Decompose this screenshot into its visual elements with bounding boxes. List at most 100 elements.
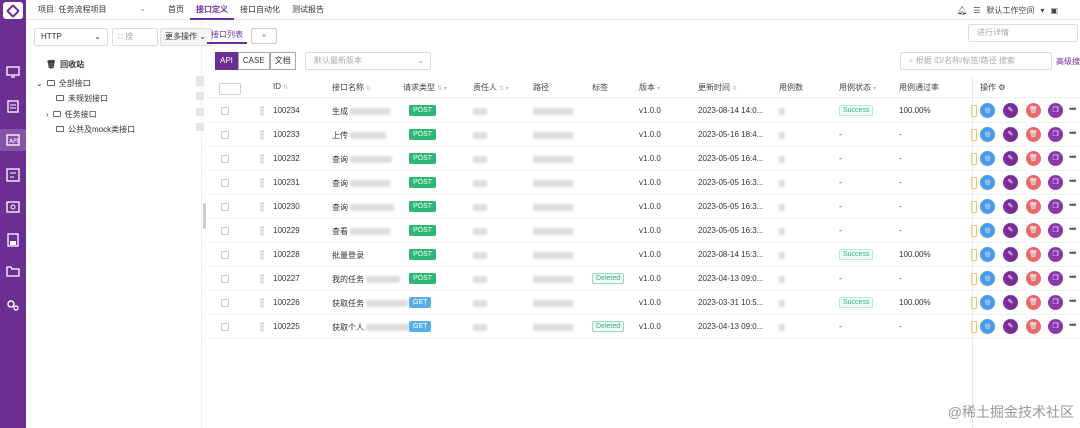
cell-name[interactable]: 批量登录 — [332, 250, 364, 261]
copy-icon[interactable]: ❐ — [1048, 295, 1063, 310]
run-icon[interactable]: ◎ — [980, 295, 995, 310]
delete-icon[interactable]: 🗑︎ — [1026, 247, 1041, 262]
cell-name[interactable]: 查询 — [332, 202, 348, 213]
language-icon[interactable]: ▣ — [1050, 6, 1058, 15]
tab-api-list[interactable]: 接口列表 — [207, 28, 247, 44]
row-checkbox[interactable] — [221, 227, 229, 235]
delete-icon[interactable]: 🗑︎ — [1026, 223, 1041, 238]
copy-icon[interactable]: ❐ — [1048, 127, 1063, 142]
add-tab-button[interactable]: + — [251, 28, 277, 44]
nav-api-definition[interactable]: 接口定义 — [190, 0, 234, 20]
tree-node-common[interactable]: 公共及mock类接口 — [56, 123, 135, 135]
table-row[interactable]: 100228 批量登录 POST v1.0.0 2023-08-14 15:3... Su… — [207, 243, 1080, 267]
delete-icon[interactable]: 🗑︎ — [1026, 271, 1041, 286]
table-row[interactable]: 100226 获取任务 GET v1.0.0 2023-03-31 10:5... Suc… — [207, 291, 1080, 315]
folder-icon[interactable] — [6, 265, 20, 277]
delete-icon[interactable]: 🗑︎ — [1026, 319, 1041, 334]
more-icon[interactable]: ••• — [1069, 296, 1077, 306]
cell-name[interactable]: 上传 — [332, 130, 348, 141]
run-icon[interactable]: ◎ — [980, 247, 995, 262]
drag-handle-icon[interactable] — [260, 274, 264, 284]
automation-icon[interactable] — [6, 200, 20, 213]
drag-handle-icon[interactable] — [260, 130, 264, 140]
cell-name[interactable]: 查询 — [332, 154, 348, 165]
settings-icon[interactable] — [6, 298, 20, 311]
table-row[interactable]: 100232 查询 POST v1.0.0 2023-05-05 16:4... - - ◎ ✎… — [207, 147, 1080, 171]
cell-name[interactable]: 获取个人 — [332, 322, 364, 333]
edit-icon[interactable]: ✎ — [1003, 175, 1018, 190]
row-checkbox[interactable] — [221, 107, 229, 115]
delete-icon[interactable]: 🗑︎ — [1026, 199, 1041, 214]
table-row[interactable]: 100234 生成 POST v1.0.0 2023-08-14 14:0... Succ… — [207, 99, 1080, 123]
edit-icon[interactable]: ✎ — [1003, 151, 1018, 166]
row-checkbox[interactable] — [221, 251, 229, 259]
copy-icon[interactable]: ❐ — [1048, 175, 1063, 190]
list-icon[interactable]: ☰ — [973, 6, 980, 15]
save-icon[interactable] — [6, 233, 20, 247]
more-icon[interactable]: ••• — [1069, 104, 1077, 114]
col-case-status[interactable]: 用例状态 ▾ — [839, 82, 876, 93]
row-checkbox[interactable] — [221, 299, 229, 307]
delete-icon[interactable]: 🗑︎ — [1026, 295, 1041, 310]
edit-icon[interactable]: ✎ — [1003, 199, 1018, 214]
more-icon[interactable]: ••• — [1069, 200, 1077, 210]
row-checkbox[interactable] — [221, 131, 229, 139]
row-checkbox[interactable] — [221, 275, 229, 283]
advanced-search-link[interactable]: 高级搜 — [1056, 56, 1080, 67]
nav-home[interactable]: 首页 — [162, 0, 190, 20]
panel-resizer[interactable] — [203, 203, 206, 229]
nav-test-report[interactable]: 测试报告 — [286, 0, 330, 20]
col-version[interactable]: 版本 ▾ — [639, 82, 660, 93]
more-icon[interactable]: ••• — [1069, 248, 1077, 258]
run-icon[interactable]: ◎ — [980, 271, 995, 286]
table-row[interactable]: 100230 查询 POST v1.0.0 2023-05-05 16:3... - - ◎ ✎… — [207, 195, 1080, 219]
copy-icon[interactable]: ❐ — [1048, 223, 1063, 238]
table-row[interactable]: 100225 获取个人 GET Deleted v1.0.0 2023-04-13 09:… — [207, 315, 1080, 339]
delete-icon[interactable]: 🗑︎ — [1026, 127, 1041, 142]
drag-handle-icon[interactable] — [260, 202, 264, 212]
edit-icon[interactable]: ✎ — [1003, 319, 1018, 334]
tree-node-task[interactable]: › 任务接口 — [46, 108, 97, 120]
api-search-input[interactable]: ⌕ 根据 ID/名称/标签/路径 搜索 — [900, 52, 1052, 70]
edit-icon[interactable]: ✎ — [1003, 247, 1018, 262]
edit-icon[interactable]: ✎ — [1003, 127, 1018, 142]
edit-icon[interactable]: ✎ — [1003, 223, 1018, 238]
copy-icon[interactable]: ❐ — [1048, 151, 1063, 166]
table-row[interactable]: 100227 我的任务 POST Deleted v1.0.0 2023-04-13 09… — [207, 267, 1080, 291]
table-row[interactable]: 100231 查询 POST v1.0.0 2023-05-05 16:3... - - ◎ ✎… — [207, 171, 1080, 195]
copy-icon[interactable]: ❐ — [1048, 247, 1063, 262]
row-checkbox[interactable] — [221, 323, 229, 331]
bell-icon[interactable]: 🔔︎ — [957, 6, 967, 15]
delete-icon[interactable]: 🗑︎ — [1026, 175, 1041, 190]
protocol-select[interactable]: HTTP ⌄ — [34, 28, 108, 46]
run-icon[interactable]: ◎ — [980, 103, 995, 118]
row-checkbox[interactable] — [221, 203, 229, 211]
copy-icon[interactable]: ❐ — [1048, 319, 1063, 334]
view-api-button[interactable]: API — [215, 52, 238, 70]
delete-icon[interactable]: 🗑︎ — [1026, 103, 1041, 118]
edit-icon[interactable]: ✎ — [1003, 271, 1018, 286]
clipboard-icon[interactable] — [6, 99, 20, 113]
run-icon[interactable]: ◎ — [980, 151, 995, 166]
col-owner[interactable]: 责任人 ⇅ ▾ — [473, 82, 509, 93]
cell-name[interactable]: 我的任务 — [332, 274, 364, 285]
drag-handle-icon[interactable] — [260, 322, 264, 332]
nav-api-automation[interactable]: 接口自动化 — [234, 0, 286, 20]
cell-name[interactable]: 生成 — [332, 106, 348, 117]
tree-node-all[interactable]: ⌄ 全部接口 — [36, 77, 91, 89]
api-test-icon[interactable] — [6, 168, 20, 182]
cell-name[interactable]: 查询 — [332, 178, 348, 189]
cell-name[interactable]: 获取任务 — [332, 298, 364, 309]
select-all-checkbox[interactable] — [219, 83, 241, 95]
gear-icon[interactable]: ⚙ — [998, 83, 1005, 92]
delete-icon[interactable]: 🗑︎ — [1026, 151, 1041, 166]
tree-recycle-bin[interactable]: 🗑︎ 回收站 — [46, 58, 84, 70]
col-method[interactable]: 请求类型 ⇅ ▾ — [403, 82, 447, 93]
more-icon[interactable]: ••• — [1069, 224, 1077, 234]
tree-search-input[interactable]: □ 搜 — [112, 28, 158, 46]
workspace-label[interactable]: 默认工作空间 — [986, 5, 1034, 16]
edit-icon[interactable]: ✎ — [1003, 103, 1018, 118]
run-icon[interactable]: ◎ — [980, 127, 995, 142]
copy-icon[interactable]: ❐ — [1048, 103, 1063, 118]
tree-node-unplanned[interactable]: 未规划接口 — [56, 92, 108, 104]
